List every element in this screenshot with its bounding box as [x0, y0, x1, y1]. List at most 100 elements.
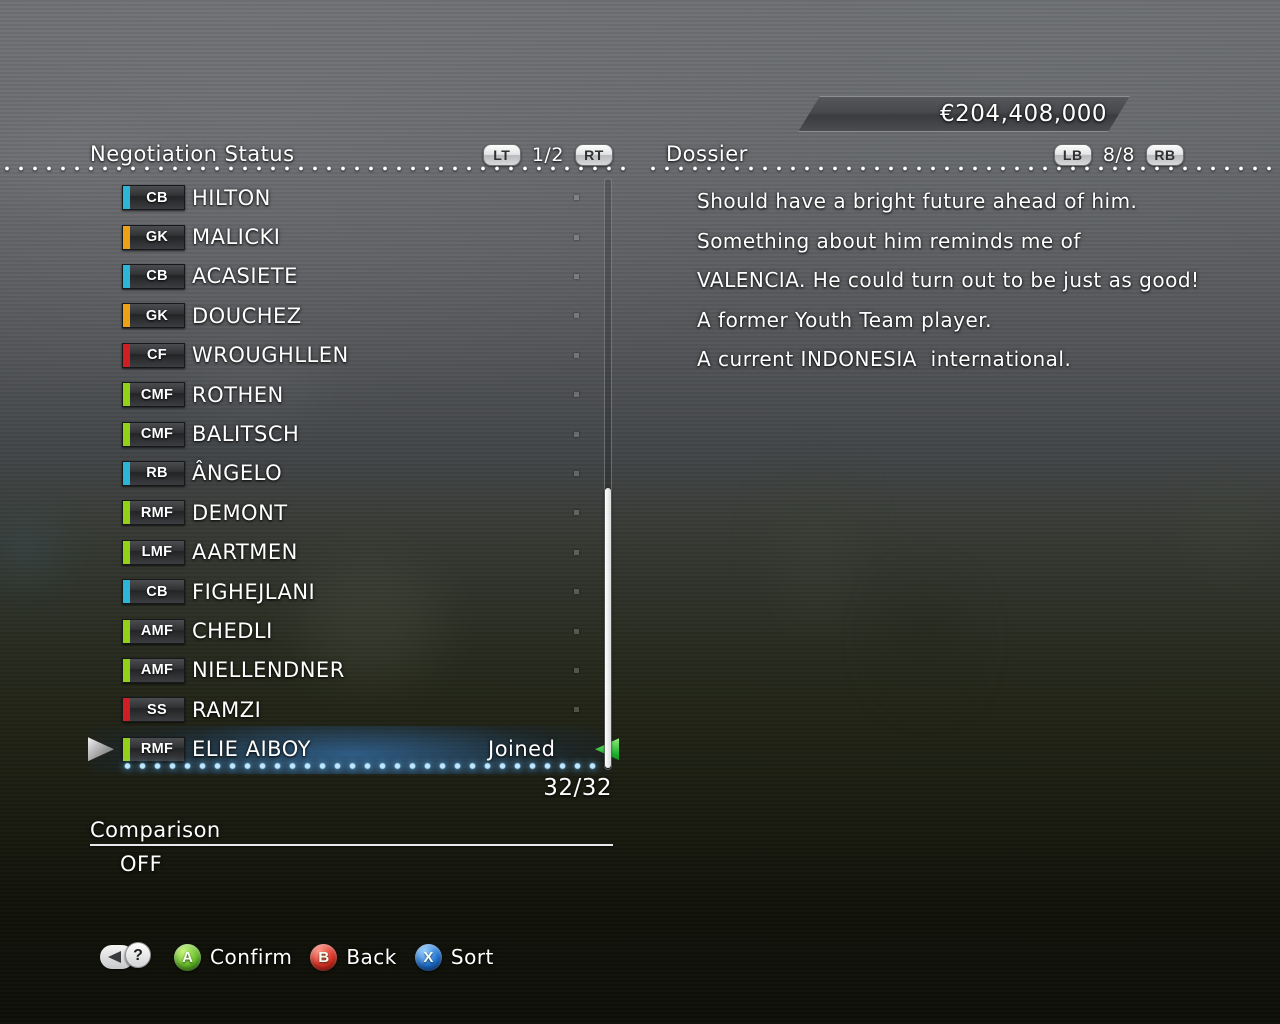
- comparison-underline: [90, 844, 613, 846]
- lb-button-icon[interactable]: LB: [1053, 144, 1092, 166]
- player-name: MALICKI: [192, 225, 281, 250]
- list-count: 32/32: [543, 775, 612, 801]
- player-name: FIGHEJLANI: [192, 579, 316, 604]
- player-row[interactable]: RB ÂNGELO: [90, 454, 613, 493]
- position-color-bar: [123, 737, 130, 761]
- row-marker-icon: [574, 628, 579, 634]
- rt-button-icon[interactable]: RT: [575, 144, 613, 166]
- dossier-header: Dossier LB 8/8 RB: [666, 142, 1184, 166]
- player-name: RAMZI: [192, 697, 262, 722]
- position-badge: RB: [122, 460, 185, 486]
- panel-title: Negotiation Status: [90, 142, 295, 166]
- legend-label: Sort: [450, 945, 494, 969]
- left-page-fraction: 1/2: [531, 144, 564, 166]
- player-name: ÂNGELO: [192, 461, 283, 486]
- right-page-fraction: 8/8: [1102, 144, 1135, 166]
- negotiation-status-header: Negotiation Status LT 1/2 RT: [90, 142, 613, 166]
- position-badge: RMF: [122, 500, 185, 526]
- position-label: RB: [146, 465, 168, 482]
- position-label: SS: [147, 701, 167, 718]
- player-row[interactable]: CB HILTON: [90, 178, 613, 217]
- comparison-label: Comparison: [90, 818, 221, 842]
- legend-action-confirm[interactable]: A Confirm: [174, 943, 293, 971]
- button-legend: ? A Confirm B Back X Sort: [100, 936, 512, 978]
- position-label: RMF: [140, 741, 174, 758]
- list-scrollbar-thumb[interactable]: [605, 488, 611, 768]
- position-color-bar: [123, 540, 130, 564]
- player-row[interactable]: AMF CHEDLI: [90, 611, 613, 650]
- left-panel-divider: [0, 166, 632, 171]
- legend-action-back[interactable]: B Back: [310, 943, 397, 971]
- position-label: GK: [145, 229, 169, 246]
- position-badge: LMF: [122, 539, 185, 565]
- player-name: WROUGHLLEN: [192, 343, 349, 368]
- dossier-line: A current INDONESIA international.: [697, 347, 1072, 371]
- row-marker-icon: [574, 234, 579, 240]
- row-marker-icon: [574, 431, 579, 437]
- left-pager[interactable]: LT 1/2 RT: [482, 144, 613, 166]
- position-color-bar: [123, 658, 130, 682]
- negotiation-player-list[interactable]: CB HILTON GK MALICKI CB ACASIETE GK DOUCHEZ CF WR…: [88, 178, 619, 774]
- position-color-bar: [123, 343, 130, 367]
- row-marker-icon: [574, 549, 579, 555]
- position-badge: CMF: [122, 382, 185, 408]
- dossier-line: Something about him reminds me of: [697, 228, 1081, 253]
- player-row[interactable]: LMF AARTMEN: [90, 533, 613, 572]
- position-badge: CB: [122, 263, 185, 289]
- player-row[interactable]: SS RAMZI: [90, 690, 613, 729]
- b-button-icon[interactable]: B: [310, 943, 338, 971]
- player-row[interactable]: CMF BALITSCH: [90, 414, 613, 453]
- legend-label: Confirm: [210, 945, 293, 969]
- help-group[interactable]: ?: [100, 942, 152, 972]
- player-row[interactable]: AMF NIELLENDNER: [90, 651, 613, 690]
- lt-button-icon[interactable]: LT: [482, 144, 521, 166]
- position-label: CB: [146, 268, 168, 285]
- player-name: NIELLENDNER: [192, 658, 345, 683]
- position-color-bar: [123, 580, 130, 604]
- position-badge: AMF: [122, 618, 185, 644]
- position-color-bar: [123, 186, 130, 210]
- row-marker-icon: [574, 707, 579, 713]
- player-row[interactable]: GK MALICKI: [90, 217, 613, 256]
- dossier-line: VALENCIA. He could turn out to be just a…: [697, 268, 1200, 292]
- position-label: CB: [146, 189, 168, 206]
- comparison-section[interactable]: Comparison OFF: [90, 818, 613, 876]
- legend-label: Back: [346, 945, 397, 969]
- position-color-bar: [123, 383, 130, 407]
- selection-cursor-icon: [88, 737, 114, 762]
- position-badge: CF: [122, 342, 185, 368]
- position-color-bar: [123, 619, 130, 643]
- legend-action-sort[interactable]: X Sort: [414, 943, 494, 971]
- player-row[interactable]: RMF DEMONT: [90, 493, 613, 532]
- dossier-line: A former Youth Team player.: [697, 307, 993, 332]
- position-color-bar: [123, 422, 130, 446]
- player-row[interactable]: CMF ROTHEN: [90, 375, 613, 414]
- player-name: ELIE AIBOY: [192, 737, 311, 762]
- player-row[interactable]: GK DOUCHEZ: [90, 296, 613, 335]
- position-color-bar: [123, 225, 130, 249]
- right-pager[interactable]: LB 8/8 RB: [1053, 144, 1184, 166]
- a-button-icon[interactable]: A: [174, 943, 201, 971]
- player-name: CHEDLI: [192, 619, 273, 644]
- position-label: AMF: [140, 662, 174, 679]
- rb-button-icon[interactable]: RB: [1146, 144, 1184, 166]
- dossier-text: Should have a bright future ahead of him…: [697, 182, 1257, 380]
- comparison-value[interactable]: OFF: [120, 852, 613, 876]
- position-label: GK: [145, 307, 169, 324]
- x-button-icon[interactable]: X: [414, 943, 442, 971]
- player-row[interactable]: CF WROUGHLLEN: [90, 336, 613, 375]
- row-marker-icon: [574, 273, 579, 279]
- row-marker-icon: [574, 392, 579, 398]
- position-badge: GK: [122, 224, 185, 250]
- right-panel-divider: [646, 166, 1280, 171]
- help-question-icon[interactable]: ?: [125, 942, 151, 968]
- player-row[interactable]: CB FIGHEJLANI: [90, 572, 613, 611]
- row-marker-icon: [574, 589, 579, 595]
- row-marker-icon: [574, 195, 579, 201]
- position-badge: CB: [122, 579, 185, 605]
- player-status: Joined: [488, 737, 556, 762]
- funds-amount: €204,408,000: [940, 101, 1107, 127]
- position-badge: CB: [122, 185, 185, 211]
- position-label: CMF: [140, 426, 174, 443]
- player-row[interactable]: CB ACASIETE: [90, 257, 613, 296]
